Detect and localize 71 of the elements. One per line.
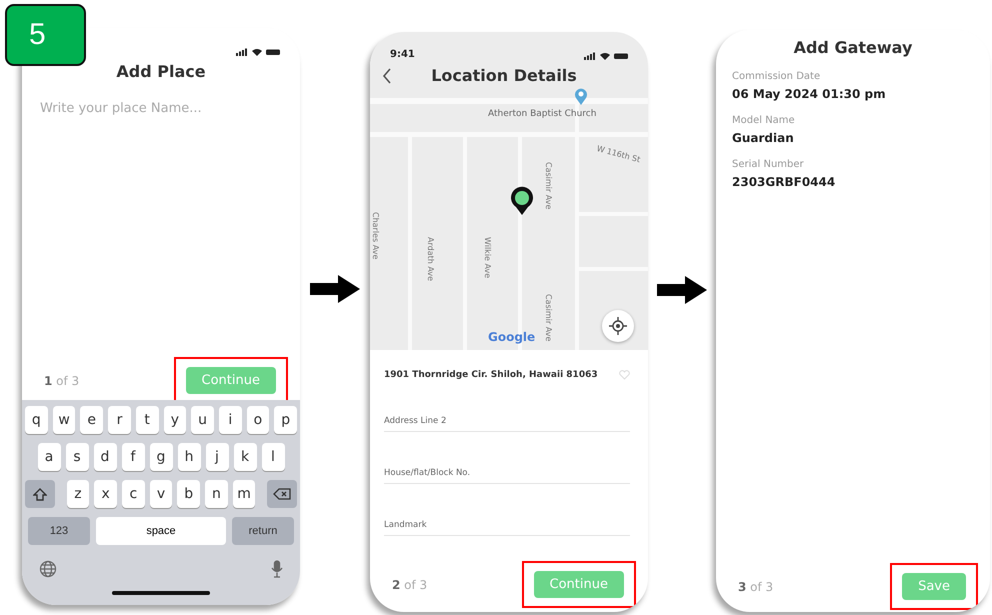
- keyboard-key[interactable]: i: [218, 406, 242, 434]
- map-label: Casimir Ave: [544, 294, 553, 342]
- step-counter: 1 of 3: [44, 374, 80, 388]
- backspace-icon: [273, 488, 292, 500]
- screen-title: Add Place: [115, 62, 207, 81]
- keyboard-key[interactable]: v: [150, 480, 172, 508]
- keyboard-key[interactable]: u: [191, 406, 214, 434]
- keyboard-key[interactable]: b: [177, 480, 200, 508]
- heart-icon: [619, 370, 630, 380]
- place-marker-icon: [574, 88, 588, 106]
- screen-title: Add Gateway: [792, 38, 914, 57]
- chevron-left-icon: [382, 68, 392, 84]
- detail-value: Guardian: [732, 131, 795, 145]
- step-counter: 2 of 3: [392, 578, 428, 592]
- return-key[interactable]: return: [232, 517, 294, 545]
- space-key[interactable]: space: [96, 517, 226, 545]
- keyboard-key[interactable]: t: [136, 406, 158, 434]
- status-time: 9:41: [390, 49, 415, 60]
- map-label: Wilkie Ave: [483, 237, 492, 278]
- keyboard-key[interactable]: e: [80, 406, 104, 434]
- arrow-icon: [310, 274, 360, 302]
- map-label: Ardath Ave: [426, 237, 435, 282]
- keyboard-key[interactable]: s: [66, 443, 88, 471]
- crosshair-icon: [609, 317, 627, 335]
- text-field[interactable]: Landmark: [384, 518, 630, 536]
- keyboard-key[interactable]: a: [38, 443, 60, 471]
- map-view[interactable]: Atherton Baptist Church W 116th St Charles Ave Ardath Ave Wilkie Ave Casimir Ave Casimir Ave Google 9:41 Location Details: [370, 32, 648, 350]
- detail-value: 2303GRBF0444: [732, 175, 836, 189]
- keyboard-key[interactable]: l: [262, 443, 284, 471]
- keyboard-key[interactable]: z: [66, 480, 90, 508]
- map-label: W 116th St: [596, 144, 642, 164]
- keyboard-key[interactable]: p: [274, 406, 298, 434]
- map-label: Casimir Ave: [544, 162, 553, 210]
- step-counter: 3 of 3: [738, 580, 774, 594]
- keyboard-key[interactable]: x: [94, 480, 117, 508]
- keyboard-key[interactable]: d: [94, 443, 116, 471]
- address-text: 1901 Thornridge Cir. Shiloh, Hawaii 81063: [384, 370, 598, 380]
- keyboard-key[interactable]: q: [24, 406, 48, 434]
- backspace-key[interactable]: [267, 480, 297, 508]
- shift-key[interactable]: [25, 480, 55, 508]
- shift-icon: [32, 488, 47, 500]
- keyboard-key[interactable]: n: [205, 480, 228, 508]
- text-field[interactable]: Address Line 2: [384, 414, 630, 432]
- map-label: Atherton Baptist Church: [488, 109, 596, 119]
- arrow-icon: [657, 276, 707, 304]
- detail-value: 06 May 2024 01:30 pm: [732, 87, 887, 101]
- keyboard-key[interactable]: k: [234, 443, 256, 471]
- keyboard-key[interactable]: y: [164, 406, 186, 434]
- keyboard-key[interactable]: m: [232, 480, 256, 508]
- step-badge: 5: [5, 4, 86, 66]
- microphone-icon: [271, 560, 283, 578]
- locate-button[interactable]: [602, 310, 634, 342]
- keyboard-key[interactable]: g: [150, 443, 172, 471]
- keyboard-key[interactable]: o: [246, 406, 270, 434]
- numbers-key[interactable]: 123: [28, 517, 90, 545]
- keyboard-key[interactable]: w: [52, 406, 76, 434]
- globe-icon: [39, 560, 57, 578]
- keyboard-key[interactable]: j: [206, 443, 228, 471]
- screen-title: Location Details: [430, 66, 578, 85]
- text-field[interactable]: House/flat/Block No.: [384, 466, 630, 484]
- keyboard-key[interactable]: c: [122, 480, 145, 508]
- location-pin-icon: [510, 186, 534, 216]
- detail-label: Serial Number: [732, 159, 805, 170]
- keyboard-key[interactable]: f: [122, 443, 144, 471]
- detail-label: Model Name: [732, 115, 796, 126]
- map-credit: Google: [488, 330, 536, 344]
- map-label: Charles Ave: [371, 212, 380, 260]
- detail-label: Commission Date: [732, 71, 822, 82]
- keyboard-key[interactable]: h: [178, 443, 200, 471]
- back-button[interactable]: [382, 68, 392, 84]
- keyboard-key[interactable]: r: [108, 406, 131, 434]
